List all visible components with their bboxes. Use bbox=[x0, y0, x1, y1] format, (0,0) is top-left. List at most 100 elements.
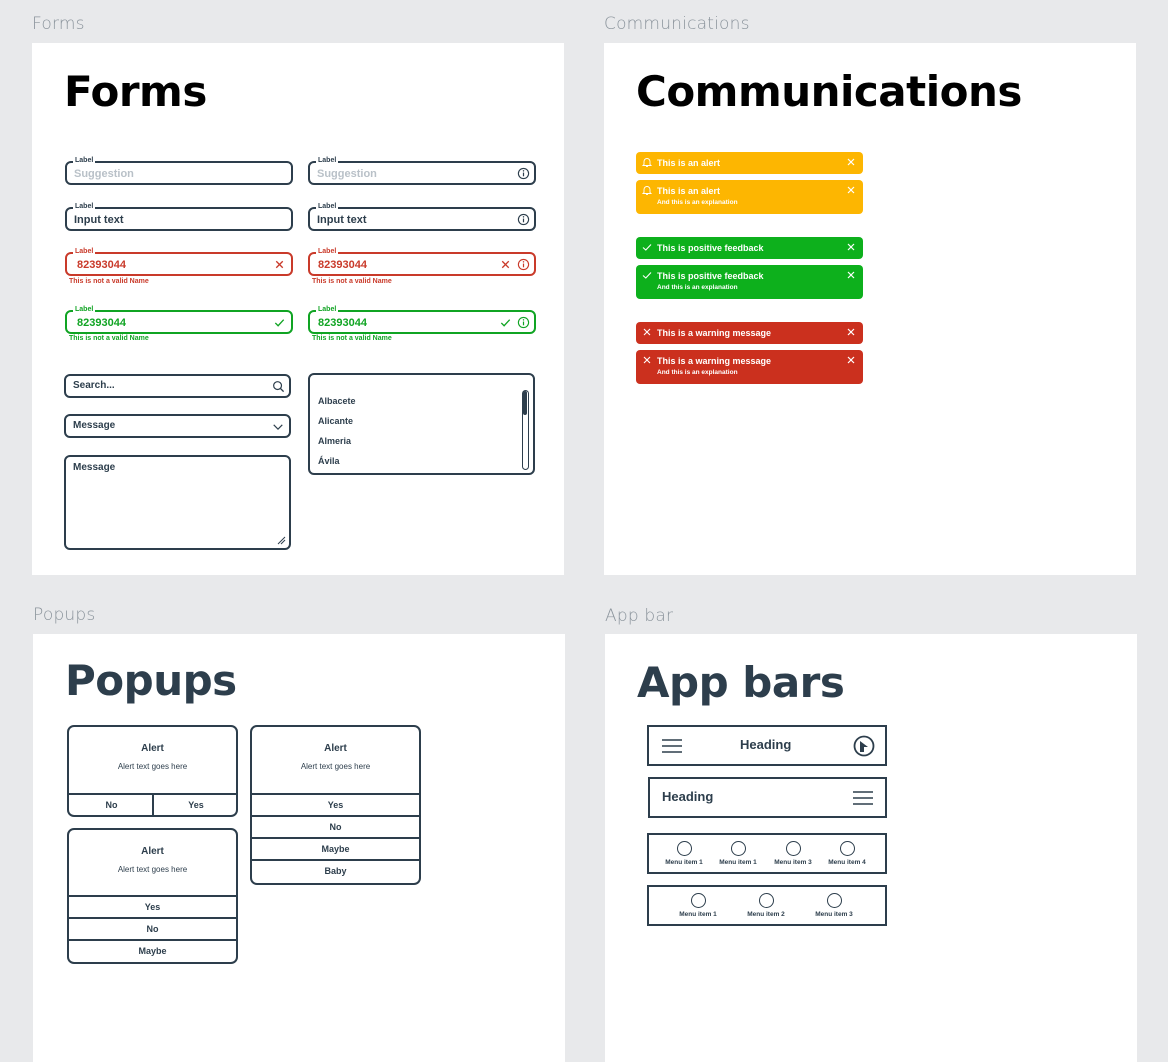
field-placeholder: Suggestion bbox=[317, 168, 377, 180]
no-button[interactable]: No bbox=[252, 815, 419, 837]
success-hint: This is not a valid Name bbox=[312, 335, 392, 342]
close-icon[interactable] bbox=[846, 270, 856, 280]
list-item[interactable]: Almeria bbox=[318, 436, 351, 446]
close-icon[interactable] bbox=[846, 327, 856, 337]
maybe-button[interactable]: Maybe bbox=[252, 837, 419, 859]
text-field[interactable]: Label Input text bbox=[65, 203, 293, 231]
bell-icon bbox=[641, 158, 653, 167]
nav-item-label: Menu item 1 bbox=[679, 911, 717, 918]
check-icon bbox=[642, 244, 652, 251]
bottom-nav-four: Menu item 1 Menu item 1 Menu item 3 Menu… bbox=[647, 833, 887, 874]
error-field[interactable]: Label 82393044 bbox=[65, 248, 293, 276]
field-label: Label bbox=[316, 157, 339, 165]
info-icon[interactable] bbox=[517, 167, 530, 180]
textarea-value: Message bbox=[73, 462, 116, 473]
popups-frame-label: Popups bbox=[33, 605, 96, 625]
alert-message: This is an alert bbox=[636, 152, 863, 174]
popup-title: Alert bbox=[324, 743, 347, 754]
check-icon bbox=[642, 272, 652, 279]
alert-popup-yes-no: Alert Alert text goes here No Yes bbox=[67, 725, 238, 817]
forms-frame-label: Forms bbox=[32, 14, 85, 34]
clear-icon[interactable] bbox=[499, 258, 512, 271]
province-listbox[interactable]: Albacete Alicante Almeria Ávila bbox=[308, 373, 535, 475]
search-input[interactable]: Search... bbox=[64, 374, 291, 398]
nav-item-label: Menu item 1 bbox=[719, 859, 757, 866]
message-explanation: And this is an explanation bbox=[657, 369, 738, 376]
no-button[interactable]: No bbox=[69, 793, 154, 815]
nav-item-label: Menu item 3 bbox=[774, 859, 812, 866]
circle-icon bbox=[839, 841, 855, 856]
close-icon[interactable] bbox=[846, 355, 856, 365]
nav-item-1[interactable]: Menu item 1 bbox=[654, 841, 714, 866]
message-title: This is an alert bbox=[657, 158, 721, 168]
popup-title: Alert bbox=[141, 743, 164, 754]
circle-icon bbox=[730, 841, 746, 856]
select-value: Message bbox=[73, 420, 116, 431]
yes-button[interactable]: Yes bbox=[69, 895, 236, 917]
clear-icon[interactable] bbox=[273, 258, 286, 271]
resize-handle-icon[interactable] bbox=[276, 535, 286, 545]
field-label: Label bbox=[73, 157, 96, 165]
alert-popup-three: Alert Alert text goes here Yes No Maybe bbox=[67, 828, 238, 964]
scrollbar-thumb[interactable] bbox=[523, 391, 527, 415]
baby-button[interactable]: Baby bbox=[252, 859, 419, 881]
field-value: 82393044 bbox=[77, 317, 126, 329]
popups-title: Popups bbox=[65, 656, 237, 705]
avatar-icon[interactable] bbox=[853, 735, 875, 757]
popup-text: Alert text goes here bbox=[117, 762, 188, 771]
close-icon[interactable] bbox=[846, 157, 856, 167]
nav-item-3[interactable]: Menu item 3 bbox=[804, 893, 864, 918]
positive-message: This is positive feedback bbox=[636, 237, 863, 259]
message-textarea[interactable]: Message bbox=[64, 455, 291, 550]
valid-field[interactable]: Label 82393044 bbox=[65, 306, 293, 334]
warning-message: This is a warning message bbox=[636, 322, 863, 344]
field-label: Label bbox=[316, 306, 339, 314]
field-label: Label bbox=[73, 248, 96, 256]
appbar-heading: Heading bbox=[662, 789, 714, 804]
text-field-info[interactable]: Label Input text bbox=[308, 203, 536, 231]
check-icon bbox=[500, 319, 511, 327]
close-icon[interactable] bbox=[846, 242, 856, 252]
nav-item-label: Menu item 2 bbox=[747, 911, 785, 918]
menu-icon[interactable] bbox=[661, 738, 683, 754]
check-icon bbox=[274, 319, 285, 327]
search-placeholder: Search... bbox=[73, 380, 115, 391]
no-button[interactable]: No bbox=[69, 917, 236, 939]
chevron-down-icon[interactable] bbox=[272, 421, 284, 433]
close-icon[interactable] bbox=[846, 185, 856, 195]
circle-icon bbox=[785, 841, 801, 856]
suggestion-field[interactable]: Label Suggestion bbox=[65, 157, 293, 185]
yes-button[interactable]: Yes bbox=[252, 793, 419, 815]
forms-title: Forms bbox=[64, 67, 207, 116]
nav-item-3[interactable]: Menu item 3 bbox=[763, 841, 823, 866]
info-icon[interactable] bbox=[517, 316, 530, 329]
yes-button[interactable]: Yes bbox=[152, 793, 236, 815]
nav-item-2[interactable]: Menu item 2 bbox=[736, 893, 796, 918]
list-item[interactable]: Ávila bbox=[318, 456, 340, 466]
info-icon[interactable] bbox=[517, 258, 530, 271]
list-item[interactable]: Albacete bbox=[318, 396, 356, 406]
message-title: This is positive feedback bbox=[657, 271, 764, 281]
info-icon[interactable] bbox=[517, 213, 530, 226]
nav-item-2[interactable]: Menu item 1 bbox=[708, 841, 768, 866]
suggestion-field-info[interactable]: Label Suggestion bbox=[308, 157, 536, 185]
field-placeholder: Suggestion bbox=[74, 168, 134, 180]
nav-item-4[interactable]: Menu item 4 bbox=[817, 841, 877, 866]
scrollbar[interactable] bbox=[522, 390, 529, 470]
maybe-button[interactable]: Maybe bbox=[69, 939, 236, 961]
message-title: This is a warning message bbox=[657, 356, 772, 366]
alert-popup-list: Alert Alert text goes here Yes No Maybe … bbox=[250, 725, 421, 885]
valid-field-info[interactable]: Label 82393044 bbox=[308, 306, 536, 334]
appbar-centered: Heading bbox=[647, 725, 887, 766]
message-select[interactable]: Message bbox=[64, 414, 291, 438]
list-item[interactable]: Alicante bbox=[318, 416, 353, 426]
error-field-info[interactable]: Label 82393044 bbox=[308, 248, 536, 276]
error-hint: This is not a valid Name bbox=[69, 278, 149, 285]
circle-icon bbox=[826, 893, 842, 908]
nav-item-1[interactable]: Menu item 1 bbox=[668, 893, 728, 918]
nav-item-label: Menu item 1 bbox=[665, 859, 703, 866]
menu-icon[interactable] bbox=[852, 790, 874, 806]
bottom-nav-three: Menu item 1 Menu item 2 Menu item 3 bbox=[647, 885, 887, 926]
communications-title: Communications bbox=[636, 67, 1022, 116]
search-icon[interactable] bbox=[272, 380, 285, 393]
